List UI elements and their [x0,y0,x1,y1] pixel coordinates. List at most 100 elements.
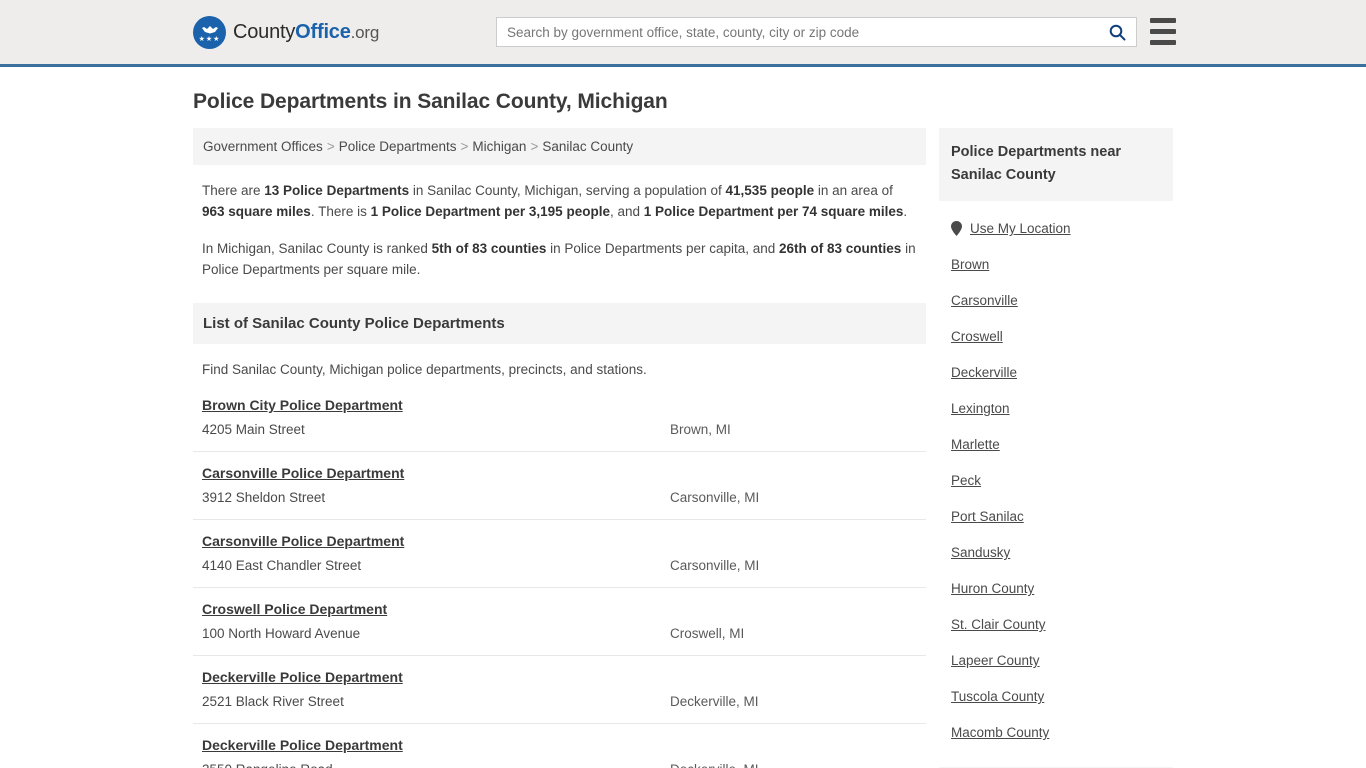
breadcrumb-separator: > [460,139,469,154]
police-department-list: Brown City Police Department 4205 Main St… [193,397,926,768]
department-city-state: Deckerville, MI [670,762,759,768]
department-detail: 100 North Howard Avenue Croswell, MI [202,626,917,641]
department-city-state: Croswell, MI [670,626,745,641]
sidebar-nearby-link[interactable]: Tuscola County [951,689,1161,704]
department-address: 3912 Sheldon Street [202,490,326,505]
breadcrumb-item[interactable]: Police Departments [339,139,457,154]
department-city-state: Carsonville, MI [670,490,760,505]
hamburger-menu-icon-bar [1150,18,1176,23]
hamburger-menu-icon-bar [1150,40,1176,45]
breadcrumb-item[interactable]: Government Offices [203,139,323,154]
department-address: 3550 Rangeline Road [202,762,670,768]
department-address: 4205 Main Street [202,422,305,437]
list-section-subtext: Find Sanilac County, Michigan police dep… [202,362,647,377]
department-city-state: Deckerville, MI [670,694,759,709]
main-column: Government Offices > Police Departments > Mi… [193,128,926,768]
department-name-link[interactable]: Brown City Police Department [202,397,403,413]
eagle-icon [201,25,218,33]
stat-value: 5th of 83 counties [431,241,547,256]
ranking-paragraph: In Michigan, Sanilac County is ranked 5t… [193,239,926,280]
breadcrumb-separator: > [530,139,539,154]
sidebar-panel-title: Police Departments near Sanilac County [939,128,1173,201]
department-detail: 2521 Black River Street Deckerville, MI [202,694,917,709]
department-address: 2521 Black River Street [202,694,344,709]
paragraph-text: in an area of [814,183,893,198]
hamburger-menu-icon-bar [1150,29,1176,34]
use-my-location-row[interactable]: Use My Location [951,221,1161,236]
stat-value: 26th of 83 counties [779,241,902,256]
sidebar-nearby-link[interactable]: Macomb County [951,725,1161,740]
eagle-seal-logo-icon: ★★★ [193,15,226,49]
use-my-location-link[interactable]: Use My Location [970,221,1071,236]
search-input[interactable] [497,18,1098,46]
sidebar-nearby-link[interactable]: Deckerville [951,365,1161,380]
site-header: ★★★ CountyOffice.org [0,0,1366,67]
breadcrumb-item[interactable]: Sanilac County [542,139,633,154]
department-detail: 4140 East Chandler Street Carsonville, MI [202,558,917,573]
department-detail: 4205 Main Street Brown, MI [202,422,917,437]
paragraph-text: There are [202,183,265,198]
logo-text-office: Office [295,20,351,43]
stat-value: 41,535 people [725,183,815,198]
table-row: Carsonville Police Department 3912 Sheldo… [193,465,926,520]
department-name-link[interactable]: Deckerville Police Department [202,737,403,753]
page-body: Police Departments in Sanilac County, Mi… [0,90,1366,768]
breadcrumb-separator: > [326,139,335,154]
sidebar-nearby-link[interactable]: Lexington [951,401,1161,416]
search-button[interactable] [1098,18,1136,46]
content-columns: Government Offices > Police Departments > Mi… [193,128,1173,768]
table-row: Croswell Police Department 100 North Howa… [193,601,926,656]
department-city-state: Carsonville, MI [670,558,760,573]
department-detail: 3912 Sheldon Street Carsonville, MI [202,490,917,505]
stat-value: 13 Police Departments [264,183,410,198]
sidebar: Police Departments near Sanilac County U… [939,128,1173,768]
department-name-link[interactable]: Croswell Police Department [202,601,387,617]
department-city-state: Brown, MI [670,422,731,437]
list-section-heading: List of Sanilac County Police Department… [193,303,926,344]
paragraph-text: . [903,203,908,219]
paragraph-text: in Sanilac County, Michigan, serving a p… [409,183,726,198]
paragraph-text: In Michigan, Sanilac County is ranked [202,241,432,256]
sidebar-nearby-link[interactable]: Brown [951,257,1161,272]
map-pin-icon [951,221,962,236]
table-row: Deckerville Police Department 2521 Black … [193,669,926,724]
department-name-link[interactable]: Carsonville Police Department [202,465,404,481]
department-name-link[interactable]: Deckerville Police Department [202,669,403,685]
sidebar-nearby-link[interactable]: Croswell [951,329,1161,344]
sidebar-nearby-link[interactable]: St. Clair County [951,617,1161,632]
sidebar-nearby-link[interactable]: Huron County [951,581,1161,596]
department-address: 100 North Howard Avenue [202,626,361,641]
department-address: 4140 East Chandler Street [202,558,362,573]
table-row: Deckerville Police Department 3550 Rangel… [193,737,926,768]
sidebar-nearby-link[interactable]: Lapeer County [951,653,1161,668]
department-name-link[interactable]: Carsonville Police Department [202,533,404,549]
site-logo[interactable]: ★★★ CountyOffice.org [193,15,379,49]
paragraph-text: , and [609,203,644,219]
sidebar-nearby-link[interactable]: Marlette [951,437,1161,452]
search-bar [496,17,1137,47]
sidebar-links: Use My Location Brown Carsonville Croswell… [939,221,1173,740]
paragraph-text: . There is [310,203,371,219]
stat-value: 963 square miles [202,203,311,219]
sidebar-nearby-links: Brown Carsonville Croswell Deckerville Lexin… [951,257,1161,740]
sidebar-nearby-link[interactable]: Port Sanilac [951,509,1161,524]
site-logo-text: CountyOffice.org [233,21,379,44]
table-row: Carsonville Police Department 4140 East C… [193,533,926,588]
sidebar-nearby-link[interactable]: Sandusky [951,545,1161,560]
logo-text-org: .org [350,22,380,42]
logo-text-county: County [233,20,296,43]
paragraph-text: in Police Departments per capita, and [546,241,780,256]
stats-paragraph: There are 13 Police Departments in Sanil… [193,181,926,222]
stars-icon: ★★★ [198,35,221,43]
stat-value: 1 Police Department per 3,195 people [370,203,610,219]
sidebar-nearby-link[interactable]: Peck [951,473,1161,488]
page-title: Police Departments in Sanilac County, Mi… [193,90,668,113]
sidebar-nearby-link[interactable]: Carsonville [951,293,1161,308]
department-detail: 3550 Rangeline RoadDeckerville, MI [202,762,917,768]
table-row: Brown City Police Department 4205 Main St… [193,397,926,452]
breadcrumb-item[interactable]: Michigan [472,139,526,154]
hamburger-menu-button[interactable] [1150,18,1176,45]
search-icon [1109,24,1125,40]
stat-value: 1 Police Department per 74 square miles [643,203,904,219]
breadcrumb: Government Offices > Police Departments > Mi… [193,128,926,165]
